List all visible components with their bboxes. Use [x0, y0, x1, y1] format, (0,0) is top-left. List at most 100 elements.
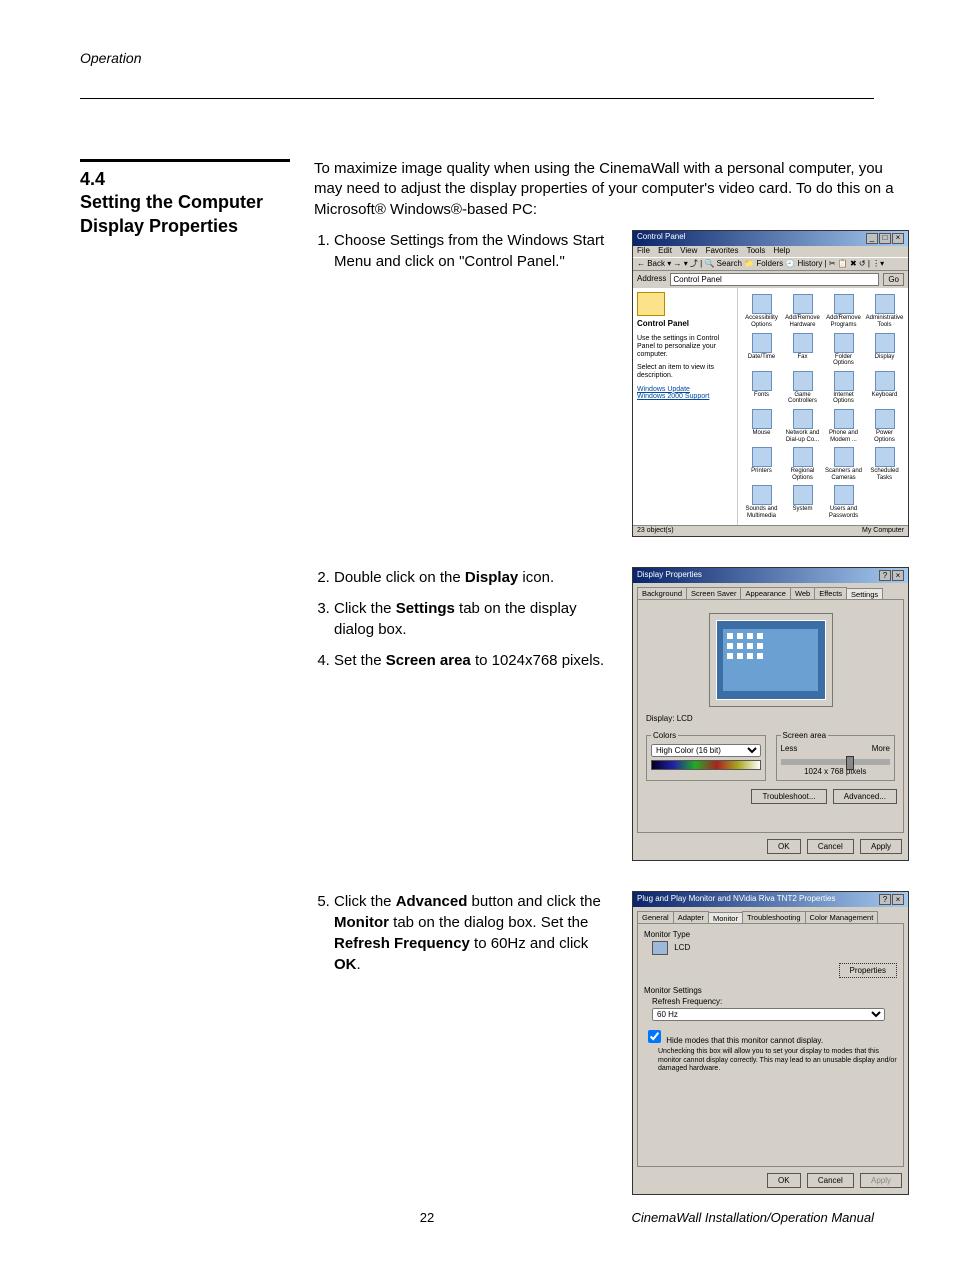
dialog-title: Plug and Play Monitor and NVidia Riva TN…: [637, 894, 835, 905]
cp-item-label: Scanners and Cameras: [824, 468, 863, 481]
cp-left-desc: Use the settings in Control Panel to per…: [637, 335, 733, 358]
tab-effects[interactable]: Effects: [814, 587, 847, 599]
go-button[interactable]: Go: [883, 273, 904, 286]
color-swatch: [651, 760, 761, 770]
refresh-select[interactable]: 60 Hz: [652, 1008, 885, 1021]
cp-item[interactable]: Game Controllers: [783, 371, 822, 405]
cp-item[interactable]: Printers: [742, 447, 781, 481]
cp-item-label: Administrative Tools: [865, 315, 904, 328]
window-title: Control Panel: [637, 233, 685, 244]
tab-troubleshooting[interactable]: Troubleshooting: [742, 911, 806, 923]
cp-item[interactable]: Date/Time: [742, 333, 781, 367]
cp-item-label: Mouse: [742, 430, 781, 437]
cp-item-label: Printers: [742, 468, 781, 475]
cp-item-icon: [834, 333, 854, 353]
cp-item[interactable]: Internet Options: [824, 371, 863, 405]
menubar[interactable]: File Edit View Favorites Tools Help: [633, 246, 908, 257]
cp-item-icon: [875, 447, 895, 467]
page-number: 22: [397, 1210, 457, 1225]
cp-item-label: Game Controllers: [783, 392, 822, 405]
cp-item[interactable]: Users and Passwords: [824, 485, 863, 519]
tab-general[interactable]: General: [637, 911, 674, 923]
address-input[interactable]: [670, 273, 879, 286]
cp-item[interactable]: Accessibility Options: [742, 294, 781, 328]
step-4: Set the Screen area to 1024x768 pixels.: [334, 650, 614, 671]
cp-left-title: Control Panel: [637, 320, 733, 329]
cp-item-label: Add/Remove Hardware: [783, 315, 822, 328]
cp-item-label: System: [783, 506, 822, 513]
tab-web[interactable]: Web: [790, 587, 815, 599]
monitor-type-label: Monitor Type: [644, 930, 897, 939]
monitor-settings-label: Monitor Settings: [644, 986, 897, 995]
cp-item[interactable]: Phone and Modem ...: [824, 409, 863, 443]
cp-item[interactable]: Folder Options: [824, 333, 863, 367]
cp-item[interactable]: Fonts: [742, 371, 781, 405]
address-label: Address: [637, 275, 666, 284]
cp-item-label: Users and Passwords: [824, 506, 863, 519]
tab-colormgmt[interactable]: Color Management: [805, 911, 879, 923]
cp-item-label: Internet Options: [824, 392, 863, 405]
cp-item[interactable]: Fax: [783, 333, 822, 367]
apply-button[interactable]: Apply: [860, 1173, 902, 1188]
advanced-button[interactable]: Advanced...: [833, 789, 897, 804]
cp-item-label: Power Options: [865, 430, 904, 443]
cp-item-icon: [875, 371, 895, 391]
link-windows-support[interactable]: Windows 2000 Support: [637, 393, 733, 401]
cp-item-label: Display: [865, 354, 904, 361]
tab-adapter[interactable]: Adapter: [673, 911, 709, 923]
cp-item[interactable]: Keyboard: [865, 371, 904, 405]
cp-item[interactable]: Regional Options: [783, 447, 822, 481]
label-more: More: [872, 744, 890, 753]
ok-button[interactable]: OK: [767, 1173, 801, 1188]
cp-item-icon: [752, 485, 772, 505]
refresh-label: Refresh Frequency:: [652, 997, 897, 1006]
cancel-button[interactable]: Cancel: [807, 1173, 854, 1188]
cp-item-icon: [834, 485, 854, 505]
cp-item-icon: [752, 447, 772, 467]
tab-screensaver[interactable]: Screen Saver: [686, 587, 741, 599]
apply-button[interactable]: Apply: [860, 839, 902, 854]
cp-item[interactable]: Administrative Tools: [865, 294, 904, 328]
cp-item-label: Fax: [783, 354, 822, 361]
dialog-controls[interactable]: ?×: [878, 894, 904, 905]
display-label: Display:: [646, 714, 674, 723]
cp-item[interactable]: System: [783, 485, 822, 519]
cp-item-label: Keyboard: [865, 392, 904, 399]
cp-item-icon: [793, 485, 813, 505]
hide-modes-checkbox[interactable]: [648, 1030, 661, 1043]
tab-appearance[interactable]: Appearance: [740, 587, 790, 599]
cp-item[interactable]: Scanners and Cameras: [824, 447, 863, 481]
cp-item-icon: [752, 409, 772, 429]
running-header: Operation: [80, 50, 874, 66]
display-value: LCD: [677, 714, 693, 723]
screenarea-slider[interactable]: [781, 759, 891, 765]
monitor-warning: Unchecking this box will allow you to se…: [658, 1048, 897, 1073]
toolbar[interactable]: ← Back ▾ → ▾ ⤴ | 🔍 Search 📁 Folders 🕘 Hi…: [633, 257, 908, 272]
ok-button[interactable]: OK: [767, 839, 801, 854]
cp-item[interactable]: Sounds and Multimedia: [742, 485, 781, 519]
step-1: Choose Settings from the Windows Start M…: [334, 230, 614, 272]
colors-select[interactable]: High Color (16 bit): [651, 744, 761, 757]
tab-background[interactable]: Background: [637, 587, 687, 599]
troubleshoot-button[interactable]: Troubleshoot...: [751, 789, 826, 804]
cp-item[interactable]: Power Options: [865, 409, 904, 443]
section-heading-block: 4.4 Setting the Computer Display Propert…: [80, 159, 290, 238]
dialog-controls[interactable]: ?×: [878, 570, 904, 581]
cp-item[interactable]: Add/Remove Hardware: [783, 294, 822, 328]
monitor-preview: [710, 614, 832, 706]
rule: [80, 98, 874, 99]
cp-item[interactable]: Network and Dial-up Co...: [783, 409, 822, 443]
window-controls[interactable]: _□×: [865, 233, 904, 244]
cancel-button[interactable]: Cancel: [807, 839, 854, 854]
status-right: My Computer: [862, 527, 904, 535]
step-5: Click the Advanced button and click the …: [334, 891, 614, 975]
step-2: Double click on the Display icon.: [334, 567, 614, 588]
cp-item[interactable]: Mouse: [742, 409, 781, 443]
cp-item[interactable]: Add/Remove Programs: [824, 294, 863, 328]
cp-item[interactable]: Display: [865, 333, 904, 367]
cp-item[interactable]: Scheduled Tasks: [865, 447, 904, 481]
properties-button[interactable]: Properties: [839, 963, 897, 978]
monitor-type-value: LCD: [674, 943, 690, 952]
link-windows-update[interactable]: Windows Update: [637, 386, 733, 394]
cp-item-label: Date/Time: [742, 354, 781, 361]
